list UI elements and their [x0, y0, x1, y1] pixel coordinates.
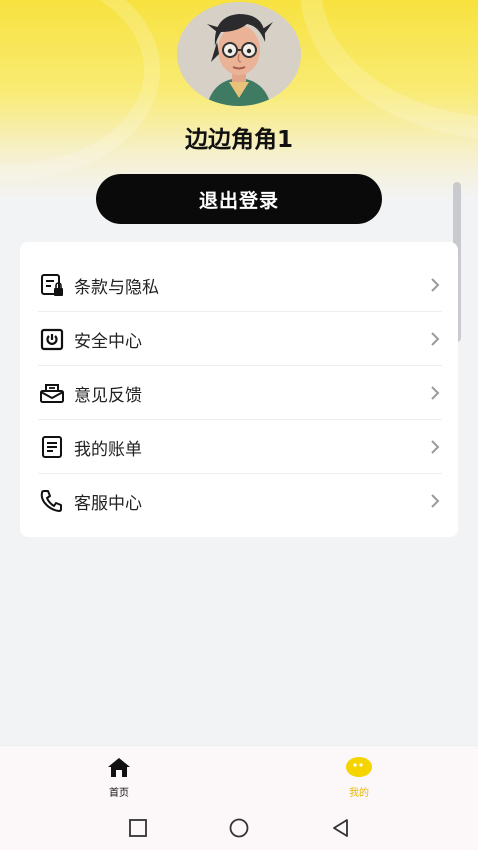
menu-item-my-bills[interactable]: 我的账单 [38, 420, 442, 474]
menu-item-customer-service[interactable]: 客服中心 [38, 474, 442, 528]
phone-icon [38, 487, 66, 515]
menu-item-label: 条款与隐私 [74, 277, 159, 298]
menu-item-label: 意见反馈 [74, 385, 142, 406]
chevron-right-icon [431, 332, 440, 346]
menu-item-label: 安全中心 [74, 331, 142, 352]
settings-menu: 条款与隐私 安全中心 意见反馈 我的账单 客服中心 [20, 242, 458, 537]
feedback-mail-icon [38, 379, 66, 407]
security-icon [38, 325, 66, 353]
chevron-right-icon [431, 440, 440, 454]
system-navigation-bar [0, 805, 478, 850]
terms-lock-icon [38, 271, 66, 299]
menu-item-security-center[interactable]: 安全中心 [38, 312, 442, 366]
chevron-right-icon [431, 494, 440, 508]
tab-label: 首页 [109, 788, 129, 799]
avatar[interactable] [177, 2, 301, 106]
tab-mine[interactable]: 我的 [329, 756, 389, 799]
mine-chat-icon [346, 757, 372, 777]
header-decoration [300, 0, 478, 140]
menu-item-label: 客服中心 [74, 493, 142, 514]
bill-icon [38, 433, 66, 461]
menu-item-feedback[interactable]: 意见反馈 [38, 366, 442, 420]
menu-item-terms-privacy[interactable]: 条款与隐私 [38, 258, 442, 312]
recent-apps-icon[interactable] [127, 817, 149, 839]
username: 边边角角1 [184, 127, 293, 153]
tab-label: 我的 [349, 788, 369, 799]
chevron-right-icon [431, 386, 440, 400]
menu-item-label: 我的账单 [74, 439, 142, 460]
home-icon [108, 758, 130, 777]
back-triangle-icon[interactable] [330, 817, 352, 839]
logout-button[interactable]: 退出登录 [96, 174, 382, 224]
chevron-right-icon [431, 278, 440, 292]
bottom-tab-bar: 首页 我的 [0, 745, 478, 805]
tab-home[interactable]: 首页 [89, 756, 149, 799]
home-circle-icon[interactable] [228, 817, 250, 839]
